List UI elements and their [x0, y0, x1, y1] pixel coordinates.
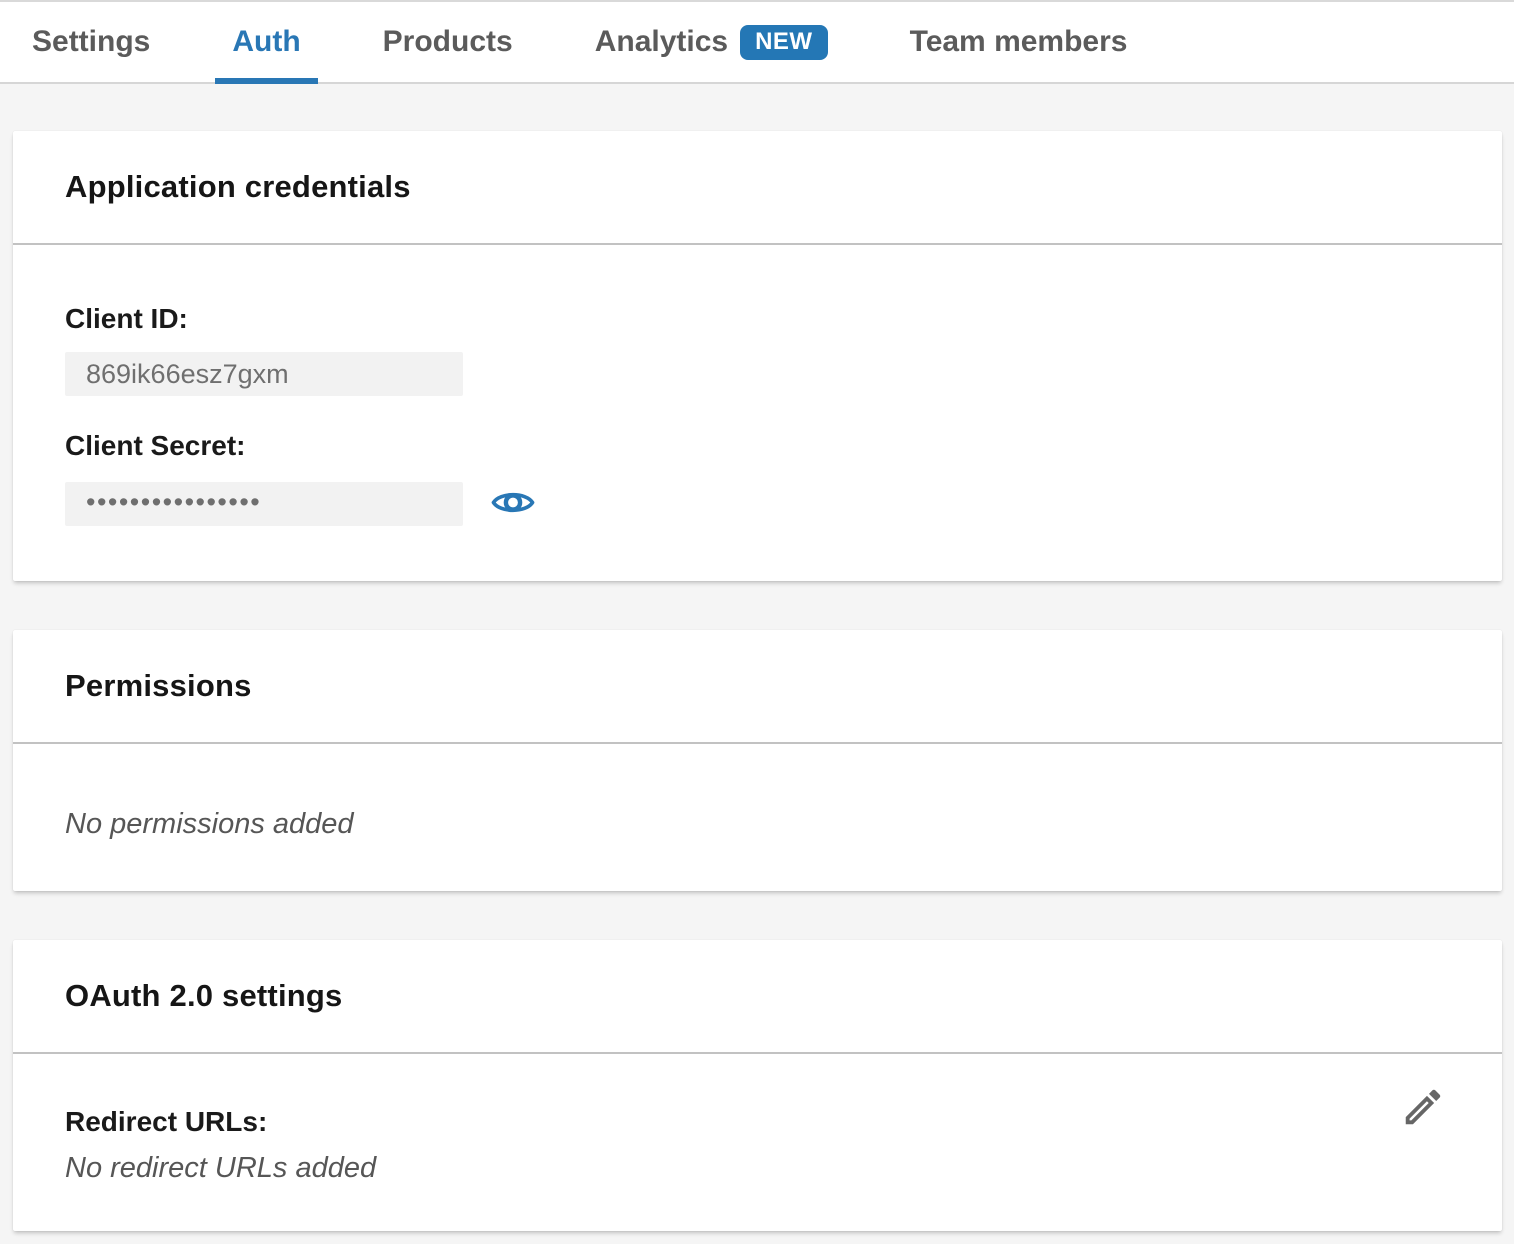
application-credentials-body: Client ID: 869ik66esz7gxm Client Secret:…: [13, 245, 1502, 581]
permissions-card: Permissions No permissions added: [13, 630, 1502, 891]
tab-analytics-label: Analytics: [595, 25, 728, 59]
client-id-label: Client ID:: [65, 303, 1450, 335]
permissions-body: No permissions added: [13, 744, 1502, 891]
page-content: Application credentials Client ID: 869ik…: [0, 84, 1514, 1231]
permissions-header: Permissions: [13, 630, 1502, 744]
new-badge: NEW: [740, 25, 828, 60]
tab-bar: Settings Auth Products Analytics NEW Tea…: [0, 2, 1514, 84]
oauth-settings-body: Redirect URLs: No redirect URLs added: [13, 1054, 1502, 1231]
client-secret-label: Client Secret:: [65, 430, 1450, 462]
tab-team-members-label: Team members: [910, 25, 1128, 59]
application-credentials-title: Application credentials: [65, 169, 411, 205]
redirect-urls-empty-text: No redirect URLs added: [65, 1152, 1450, 1185]
redirect-urls-label: Redirect URLs:: [65, 1106, 1450, 1138]
client-secret-masked-value: ••••••••••••••••: [86, 489, 261, 520]
tab-team-members[interactable]: Team members: [910, 2, 1128, 82]
client-id-value: 869ik66esz7gxm: [86, 359, 289, 390]
eye-icon: [491, 486, 535, 519]
tab-auth[interactable]: Auth: [232, 2, 300, 82]
application-credentials-header: Application credentials: [13, 131, 1502, 245]
pencil-icon: [1400, 1084, 1446, 1130]
tab-settings[interactable]: Settings: [32, 2, 150, 82]
permissions-empty-text: No permissions added: [65, 808, 1450, 841]
client-id-field[interactable]: 869ik66esz7gxm: [65, 352, 463, 396]
tab-auth-label: Auth: [232, 25, 300, 59]
reveal-secret-button[interactable]: [491, 486, 535, 519]
permissions-title: Permissions: [65, 668, 252, 704]
tab-settings-label: Settings: [32, 25, 150, 59]
client-secret-row: ••••••••••••••••: [65, 465, 1450, 526]
application-credentials-card: Application credentials Client ID: 869ik…: [13, 131, 1502, 581]
oauth-settings-title: OAuth 2.0 settings: [65, 978, 342, 1014]
edit-redirect-urls-button[interactable]: [1400, 1084, 1446, 1130]
tab-analytics[interactable]: Analytics NEW: [595, 2, 828, 82]
tab-products[interactable]: Products: [383, 2, 513, 82]
client-secret-field[interactable]: ••••••••••••••••: [65, 482, 463, 526]
tab-products-label: Products: [383, 25, 513, 59]
oauth-settings-card: OAuth 2.0 settings Redirect URLs: No red…: [13, 940, 1502, 1231]
oauth-settings-header: OAuth 2.0 settings: [13, 940, 1502, 1054]
